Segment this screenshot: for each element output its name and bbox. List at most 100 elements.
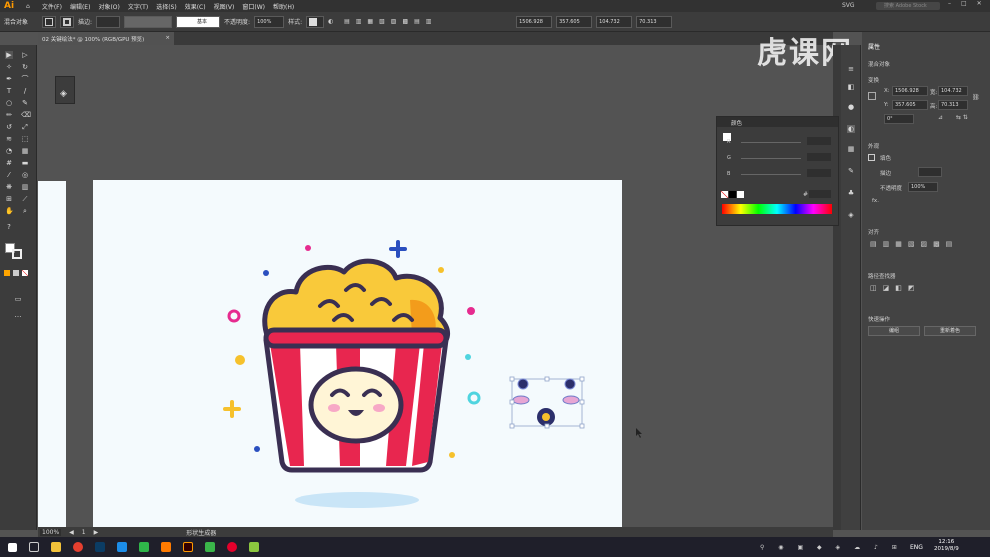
recolor-icon[interactable]: ◐ <box>328 18 340 25</box>
menu-window[interactable]: 窗口(W) <box>242 2 265 11</box>
type-tool-icon[interactable]: T <box>5 87 13 95</box>
black-swatch[interactable] <box>729 191 736 198</box>
perspective-grid-icon[interactable]: ▦ <box>21 147 29 155</box>
graphic-style-select[interactable] <box>306 15 325 28</box>
y-input[interactable]: 357.605 <box>892 100 928 110</box>
magic-wand-icon[interactable]: ✧ <box>5 63 13 71</box>
illustrator-icon[interactable] <box>183 542 193 552</box>
menu-object[interactable]: 对象(O) <box>98 2 119 11</box>
width-input[interactable]: 104.732 <box>596 15 633 28</box>
group-button[interactable]: 编组 <box>868 326 920 336</box>
zoom-level[interactable]: 100% <box>40 528 62 536</box>
stroke-weight-input[interactable] <box>918 167 942 177</box>
menu-file[interactable]: 文件(F) <box>42 2 62 11</box>
mesh-tool-icon[interactable]: # <box>5 159 13 167</box>
align-buttons[interactable]: ▤▥▦▧▨▩▤ <box>870 240 958 248</box>
symbol-sprayer-icon[interactable]: ❋ <box>5 183 13 191</box>
menu-type[interactable]: 文字(T) <box>128 2 148 11</box>
slice-tool-icon[interactable]: ⟋ <box>21 195 29 203</box>
rotate-tool-icon[interactable]: ↺ <box>5 123 13 131</box>
close-icon[interactable]: ✕ <box>977 0 982 7</box>
ellipse-tool-icon[interactable]: ○ <box>5 99 13 107</box>
color-spectrum[interactable] <box>722 204 832 214</box>
app-icon[interactable] <box>117 542 127 552</box>
menu-edit[interactable]: 编辑(E) <box>70 2 90 11</box>
netease-icon[interactable] <box>227 542 237 552</box>
search-app-icon[interactable] <box>161 542 171 552</box>
opacity-input[interactable]: 100% <box>908 182 938 192</box>
minimize-icon[interactable]: – <box>948 0 951 7</box>
color-guide-icon[interactable]: ◐ <box>847 125 855 133</box>
layers-panel-icon[interactable]: ◈ <box>847 211 855 219</box>
wechat-icon[interactable] <box>139 542 149 552</box>
symbols-icon[interactable]: ♣ <box>847 189 855 197</box>
chrome-icon[interactable] <box>73 542 83 552</box>
libraries-icon[interactable]: ◧ <box>847 83 855 91</box>
notes-icon[interactable] <box>249 542 259 552</box>
color-icon[interactable]: ● <box>847 103 855 111</box>
reference-point-icon[interactable] <box>868 92 876 100</box>
constrain-link-icon[interactable]: ⛓ <box>972 94 980 101</box>
eyedropper-icon[interactable]: ⁄ <box>5 171 13 179</box>
artboard-tool-icon[interactable]: ⊞ <box>5 195 13 203</box>
selection-tool-icon[interactable]: ▶ <box>5 51 13 59</box>
swatches-icon[interactable]: ▦ <box>847 145 855 153</box>
artboard-nav-icon[interactable]: ◀ <box>69 529 74 536</box>
brushes-icon[interactable]: ✎ <box>847 167 855 175</box>
h-input[interactable]: 70.313 <box>938 100 968 110</box>
color-mode-icon[interactable] <box>4 270 10 276</box>
w-input[interactable]: 104.732 <box>938 86 968 96</box>
x-coordinate-input[interactable]: 1506.928 <box>516 15 553 28</box>
gradient-tool-icon[interactable]: ▬ <box>21 159 29 167</box>
pathfinder-buttons[interactable]: ◫◪◧◩ <box>870 284 920 292</box>
taskbar-clock[interactable]: 12:16 2019/8/9 <box>934 539 959 553</box>
green-slider[interactable]: G <box>727 153 831 161</box>
task-view-icon[interactable] <box>29 542 39 552</box>
player-icon[interactable] <box>205 542 215 552</box>
menu-help[interactable]: 帮助(H) <box>273 2 294 11</box>
opacity-input[interactable]: 100% <box>254 15 285 28</box>
column-graph-icon[interactable]: ▥ <box>21 183 29 191</box>
workspace-switcher[interactable]: SVG <box>842 2 855 9</box>
curvature-tool-icon[interactable]: ⌒ <box>21 75 29 83</box>
screen-mode-icon[interactable]: ▭ <box>14 295 22 303</box>
layers-icon[interactable]: ◈ <box>60 89 67 99</box>
windows-start-icon[interactable] <box>8 542 17 552</box>
rotate-input[interactable]: 0° <box>884 114 914 124</box>
artboard[interactable] <box>93 180 622 528</box>
pencil-tool-icon[interactable]: ✏ <box>5 111 13 119</box>
height-input[interactable]: 70.313 <box>636 15 673 28</box>
artboard-nav-next-icon[interactable]: ▶ <box>94 529 99 536</box>
stroke-weight-select[interactable] <box>96 15 121 28</box>
help-icon[interactable]: ? <box>5 223 13 231</box>
maximize-icon[interactable]: □ <box>961 0 967 7</box>
hex-input[interactable] <box>809 190 831 198</box>
stock-search-input[interactable]: 搜索 Adobe Stock <box>876 2 940 10</box>
appearance-fill-swatch[interactable] <box>868 154 875 161</box>
home-icon[interactable]: ⌂ <box>26 3 30 10</box>
variable-width-select[interactable] <box>124 15 173 28</box>
stroke-swatch[interactable] <box>60 15 74 28</box>
file-explorer-icon[interactable] <box>51 542 61 552</box>
y-coordinate-input[interactable]: 357.605 <box>556 15 593 28</box>
align-icons[interactable]: ▤▥▦▧▨▩▤▥ <box>344 18 512 25</box>
menu-select[interactable]: 选择(S) <box>156 2 177 11</box>
hand-tool-icon[interactable]: ✋ <box>5 207 14 215</box>
direct-selection-tool-icon[interactable]: ▷ <box>21 51 29 59</box>
fx-button[interactable]: fx. <box>872 198 879 204</box>
menu-effect[interactable]: 效果(C) <box>185 2 206 11</box>
flip-icons[interactable]: ⇆ ⇅ <box>956 114 968 121</box>
color-panel-title[interactable]: 颜色 <box>731 121 742 127</box>
none-color-icon[interactable] <box>721 191 728 198</box>
blue-slider[interactable]: B <box>727 169 831 177</box>
tray-icons[interactable]: ⚲ ◉ ▣ ◆ ◈ ☁ ♪ ⊞ <box>760 544 903 551</box>
photoshop-icon[interactable] <box>95 542 105 552</box>
shape-builder-icon[interactable]: ◔ <box>5 147 13 155</box>
recolor-button[interactable]: 重新着色 <box>924 326 976 336</box>
x-input[interactable]: 1506.928 <box>892 86 928 96</box>
fill-swatch[interactable] <box>42 15 56 28</box>
paintbrush-tool-icon[interactable]: ✎ <box>21 99 29 107</box>
lasso-tool-icon[interactable]: ↻ <box>21 63 29 71</box>
properties-title[interactable]: 属性 <box>868 42 880 51</box>
tab-close-icon[interactable]: × <box>165 35 170 41</box>
